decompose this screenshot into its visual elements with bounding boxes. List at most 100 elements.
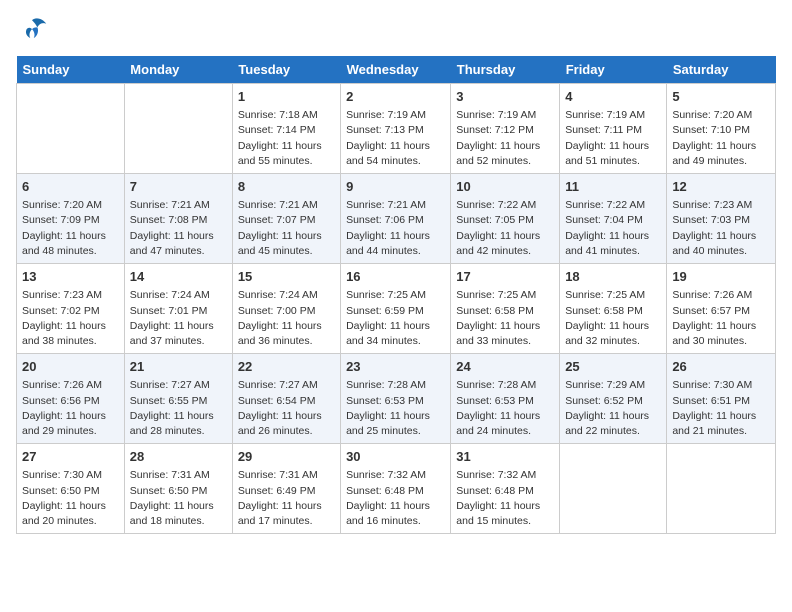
- day-number: 15: [238, 268, 335, 286]
- day-info: Sunrise: 7:28 AM Sunset: 6:53 PM Dayligh…: [456, 378, 554, 439]
- day-number: 21: [130, 358, 227, 376]
- calendar-week-row: 6 Sunrise: 7:20 AM Sunset: 7:09 PM Daylig…: [17, 174, 776, 264]
- weekday-header-cell: Thursday: [451, 56, 560, 84]
- day-info: Sunrise: 7:20 AM Sunset: 7:10 PM Dayligh…: [672, 108, 770, 169]
- day-info: Sunrise: 7:24 AM Sunset: 7:01 PM Dayligh…: [130, 288, 227, 349]
- calendar-day-cell: 14Sunrise: 7:24 AM Sunset: 7:01 PM Dayli…: [124, 264, 232, 354]
- day-info: Sunrise: 7:23 AM Sunset: 7:02 PM Dayligh…: [22, 288, 119, 349]
- weekday-header-row: SundayMondayTuesdayWednesdayThursdayFrid…: [17, 56, 776, 84]
- weekday-header-cell: Saturday: [667, 56, 776, 84]
- day-number: 18: [565, 268, 661, 286]
- day-info: Sunrise: 7:31 AM Sunset: 6:50 PM Dayligh…: [130, 468, 227, 529]
- calendar-day-cell: 6 Sunrise: 7:20 AM Sunset: 7:09 PM Daylig…: [17, 174, 125, 264]
- calendar-day-cell: 1Sunrise: 7:18 AM Sunset: 7:14 PM Daylig…: [232, 84, 340, 174]
- calendar-day-cell: [560, 444, 667, 534]
- logo-icon: [16, 16, 48, 44]
- day-info: Sunrise: 7:25 AM Sunset: 6:59 PM Dayligh…: [346, 288, 445, 349]
- day-info: Sunrise: 7:21 AM Sunset: 7:06 PM Dayligh…: [346, 198, 445, 259]
- calendar-day-cell: 22 Sunrise: 7:27 AM Sunset: 6:54 PM Dayli…: [232, 354, 340, 444]
- calendar-day-cell: 25 Sunrise: 7:29 AM Sunset: 6:52 PM Dayli…: [560, 354, 667, 444]
- day-info: Sunrise: 7:30 AM Sunset: 6:50 PM Dayligh…: [22, 468, 119, 529]
- day-number: 19: [672, 268, 770, 286]
- calendar-day-cell: 7 Sunrise: 7:21 AM Sunset: 7:08 PM Daylig…: [124, 174, 232, 264]
- calendar-day-cell: 18 Sunrise: 7:25 AM Sunset: 6:58 PM Dayli…: [560, 264, 667, 354]
- weekday-header-cell: Tuesday: [232, 56, 340, 84]
- weekday-header-cell: Friday: [560, 56, 667, 84]
- calendar-day-cell: [124, 84, 232, 174]
- calendar-day-cell: 3Sunrise: 7:19 AM Sunset: 7:12 PM Daylig…: [451, 84, 560, 174]
- calendar-day-cell: 2Sunrise: 7:19 AM Sunset: 7:13 PM Daylig…: [341, 84, 451, 174]
- calendar-day-cell: 26Sunrise: 7:30 AM Sunset: 6:51 PM Dayli…: [667, 354, 776, 444]
- calendar-day-cell: [17, 84, 125, 174]
- day-number: 6: [22, 178, 119, 196]
- day-info: Sunrise: 7:23 AM Sunset: 7:03 PM Dayligh…: [672, 198, 770, 259]
- day-number: 11: [565, 178, 661, 196]
- calendar-day-cell: 31 Sunrise: 7:32 AM Sunset: 6:48 PM Dayli…: [451, 444, 560, 534]
- day-info: Sunrise: 7:22 AM Sunset: 7:05 PM Dayligh…: [456, 198, 554, 259]
- logo: [16, 16, 52, 44]
- day-info: Sunrise: 7:21 AM Sunset: 7:07 PM Dayligh…: [238, 198, 335, 259]
- day-info: Sunrise: 7:25 AM Sunset: 6:58 PM Dayligh…: [565, 288, 661, 349]
- calendar-day-cell: [667, 444, 776, 534]
- day-number: 22: [238, 358, 335, 376]
- calendar-body: 1Sunrise: 7:18 AM Sunset: 7:14 PM Daylig…: [17, 84, 776, 534]
- day-number: 2: [346, 88, 445, 106]
- calendar-week-row: 27 Sunrise: 7:30 AM Sunset: 6:50 PM Dayli…: [17, 444, 776, 534]
- calendar-day-cell: 5 Sunrise: 7:20 AM Sunset: 7:10 PM Daylig…: [667, 84, 776, 174]
- day-number: 24: [456, 358, 554, 376]
- day-info: Sunrise: 7:31 AM Sunset: 6:49 PM Dayligh…: [238, 468, 335, 529]
- day-number: 30: [346, 448, 445, 466]
- day-number: 16: [346, 268, 445, 286]
- day-number: 12: [672, 178, 770, 196]
- calendar-day-cell: 27 Sunrise: 7:30 AM Sunset: 6:50 PM Dayli…: [17, 444, 125, 534]
- weekday-header-cell: Wednesday: [341, 56, 451, 84]
- day-info: Sunrise: 7:19 AM Sunset: 7:12 PM Dayligh…: [456, 108, 554, 169]
- day-info: Sunrise: 7:19 AM Sunset: 7:11 PM Dayligh…: [565, 108, 661, 169]
- day-number: 23: [346, 358, 445, 376]
- calendar-day-cell: 4 Sunrise: 7:19 AM Sunset: 7:11 PM Daylig…: [560, 84, 667, 174]
- day-info: Sunrise: 7:24 AM Sunset: 7:00 PM Dayligh…: [238, 288, 335, 349]
- calendar-table: SundayMondayTuesdayWednesdayThursdayFrid…: [16, 56, 776, 534]
- day-info: Sunrise: 7:27 AM Sunset: 6:54 PM Dayligh…: [238, 378, 335, 439]
- calendar-week-row: 1Sunrise: 7:18 AM Sunset: 7:14 PM Daylig…: [17, 84, 776, 174]
- day-number: 7: [130, 178, 227, 196]
- day-info: Sunrise: 7:26 AM Sunset: 6:57 PM Dayligh…: [672, 288, 770, 349]
- calendar-day-cell: 17 Sunrise: 7:25 AM Sunset: 6:58 PM Dayli…: [451, 264, 560, 354]
- calendar-day-cell: 20Sunrise: 7:26 AM Sunset: 6:56 PM Dayli…: [17, 354, 125, 444]
- day-number: 1: [238, 88, 335, 106]
- day-info: Sunrise: 7:26 AM Sunset: 6:56 PM Dayligh…: [22, 378, 119, 439]
- calendar-day-cell: 29 Sunrise: 7:31 AM Sunset: 6:49 PM Dayli…: [232, 444, 340, 534]
- day-info: Sunrise: 7:32 AM Sunset: 6:48 PM Dayligh…: [346, 468, 445, 529]
- calendar-day-cell: 11Sunrise: 7:22 AM Sunset: 7:04 PM Dayli…: [560, 174, 667, 264]
- calendar-day-cell: 30 Sunrise: 7:32 AM Sunset: 6:48 PM Dayli…: [341, 444, 451, 534]
- day-info: Sunrise: 7:20 AM Sunset: 7:09 PM Dayligh…: [22, 198, 119, 259]
- day-number: 17: [456, 268, 554, 286]
- day-info: Sunrise: 7:32 AM Sunset: 6:48 PM Dayligh…: [456, 468, 554, 529]
- day-number: 8: [238, 178, 335, 196]
- calendar-day-cell: 15 Sunrise: 7:24 AM Sunset: 7:00 PM Dayli…: [232, 264, 340, 354]
- day-number: 28: [130, 448, 227, 466]
- calendar-day-cell: 23Sunrise: 7:28 AM Sunset: 6:53 PM Dayli…: [341, 354, 451, 444]
- day-number: 31: [456, 448, 554, 466]
- calendar-day-cell: 13 Sunrise: 7:23 AM Sunset: 7:02 PM Dayli…: [17, 264, 125, 354]
- day-number: 4: [565, 88, 661, 106]
- day-info: Sunrise: 7:27 AM Sunset: 6:55 PM Dayligh…: [130, 378, 227, 439]
- day-number: 26: [672, 358, 770, 376]
- day-info: Sunrise: 7:25 AM Sunset: 6:58 PM Dayligh…: [456, 288, 554, 349]
- day-info: Sunrise: 7:21 AM Sunset: 7:08 PM Dayligh…: [130, 198, 227, 259]
- calendar-day-cell: 21 Sunrise: 7:27 AM Sunset: 6:55 PM Dayli…: [124, 354, 232, 444]
- calendar-day-cell: 12 Sunrise: 7:23 AM Sunset: 7:03 PM Dayli…: [667, 174, 776, 264]
- day-number: 29: [238, 448, 335, 466]
- calendar-day-cell: 8 Sunrise: 7:21 AM Sunset: 7:07 PM Daylig…: [232, 174, 340, 264]
- calendar-day-cell: 24 Sunrise: 7:28 AM Sunset: 6:53 PM Dayli…: [451, 354, 560, 444]
- calendar-day-cell: 16 Sunrise: 7:25 AM Sunset: 6:59 PM Dayli…: [341, 264, 451, 354]
- calendar-week-row: 20Sunrise: 7:26 AM Sunset: 6:56 PM Dayli…: [17, 354, 776, 444]
- day-number: 5: [672, 88, 770, 106]
- day-number: 10: [456, 178, 554, 196]
- weekday-header-cell: Sunday: [17, 56, 125, 84]
- calendar-week-row: 13 Sunrise: 7:23 AM Sunset: 7:02 PM Dayli…: [17, 264, 776, 354]
- day-number: 25: [565, 358, 661, 376]
- day-info: Sunrise: 7:29 AM Sunset: 6:52 PM Dayligh…: [565, 378, 661, 439]
- day-number: 27: [22, 448, 119, 466]
- day-number: 13: [22, 268, 119, 286]
